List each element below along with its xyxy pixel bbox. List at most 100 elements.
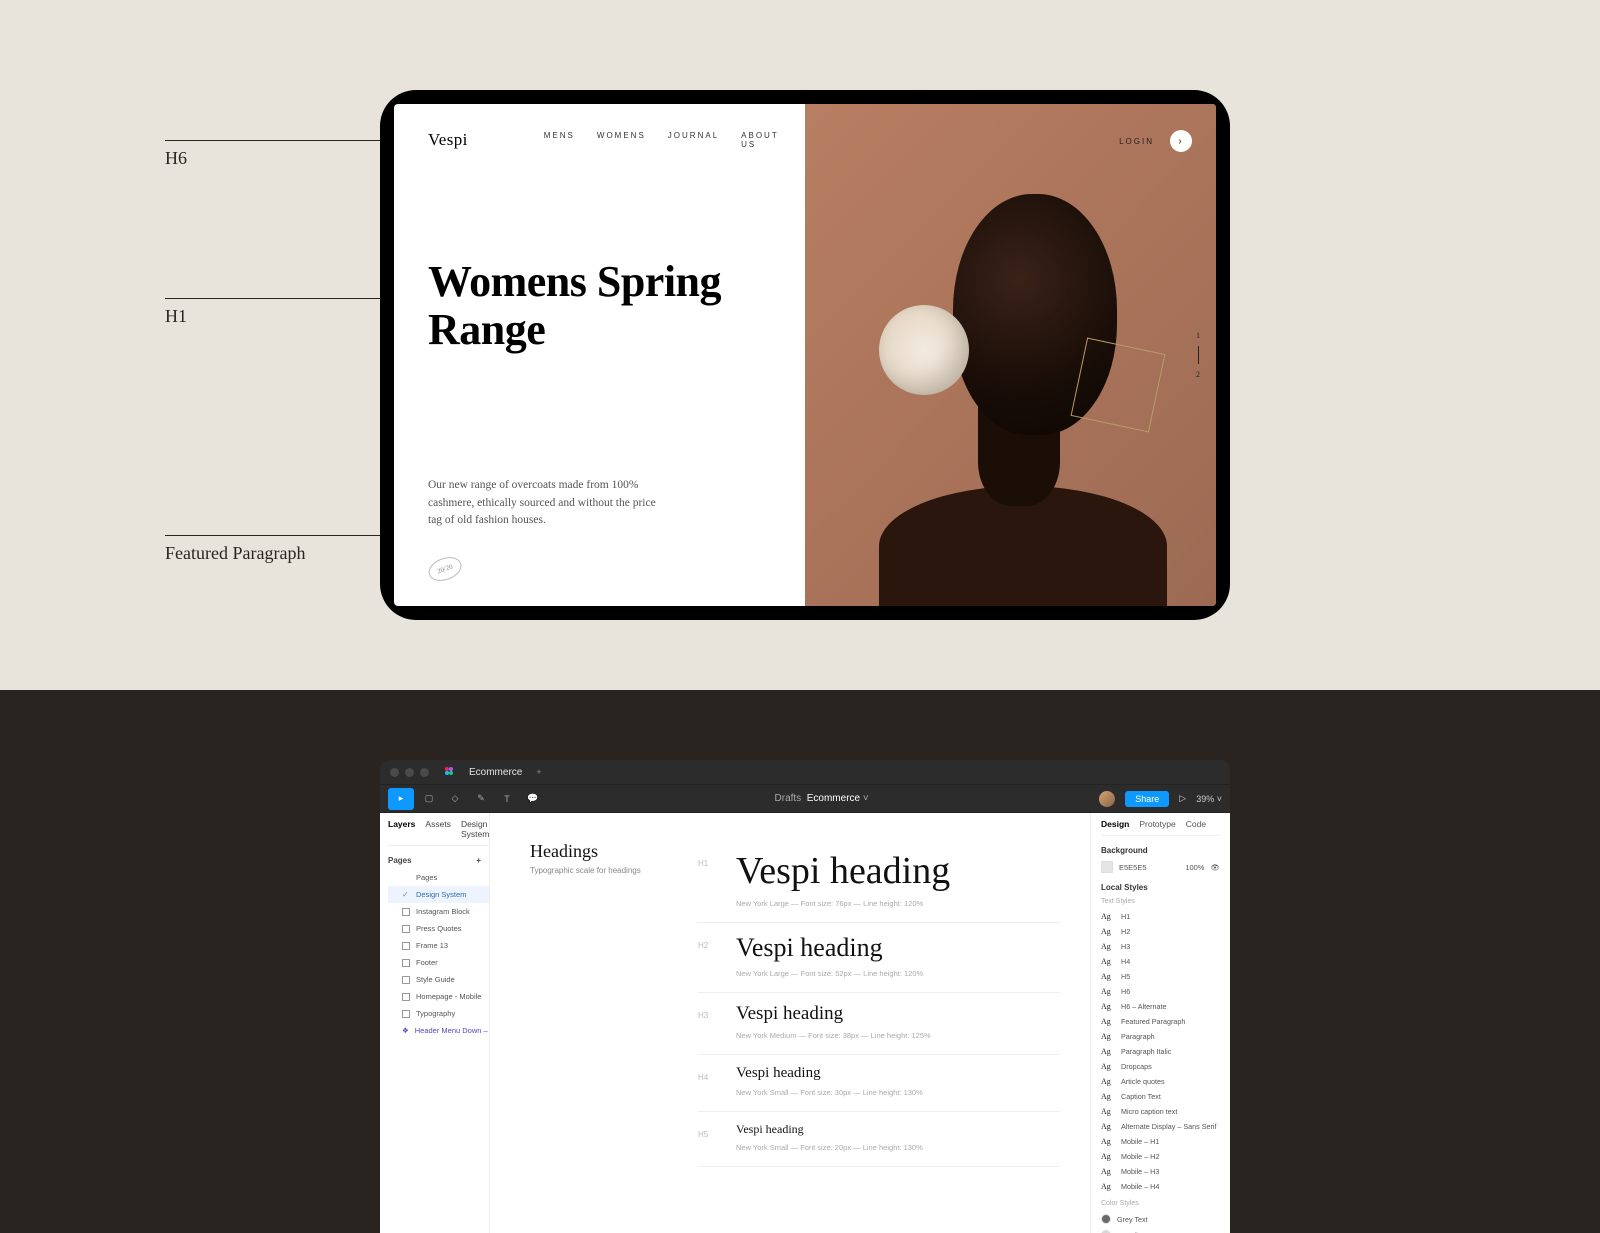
hero-showcase: H6 H1 Featured Paragraph Vespi MENS WOME…: [0, 0, 1600, 690]
type-spec-row[interactable]: H5 Vespi heading New York Small — Font s…: [698, 1112, 1060, 1167]
text-style-item[interactable]: AgAlternate Display – Sans Serif: [1101, 1119, 1220, 1134]
tab-prototype[interactable]: Prototype: [1139, 819, 1175, 829]
type-spec-row[interactable]: H2 Vespi heading New York Large — Font s…: [698, 923, 1060, 993]
bg-swatch[interactable]: [1101, 861, 1113, 873]
window-traffic-lights[interactable]: [390, 768, 429, 777]
tab-code[interactable]: Code: [1186, 819, 1206, 829]
pen-tool[interactable]: ✎: [470, 788, 492, 810]
layer-row[interactable]: Homepage - Mobile: [388, 988, 489, 1005]
text-style-item[interactable]: AgParagraph Italic: [1101, 1044, 1220, 1059]
bg-visibility-icon[interactable]: 👁: [1210, 863, 1220, 872]
type-sample: Vespi heading: [736, 1122, 1060, 1137]
slide-2[interactable]: 2: [1196, 370, 1200, 379]
figma-tabbar: Ecommerce +: [380, 760, 1230, 785]
slide-1[interactable]: 1: [1196, 331, 1200, 340]
layer-row[interactable]: Style Guide: [388, 971, 489, 988]
color-style-item[interactable]: Grey lines: [1101, 1227, 1220, 1233]
nav-mens[interactable]: MENS: [544, 131, 575, 149]
text-style-item[interactable]: AgFeatured Paragraph: [1101, 1014, 1220, 1029]
hero-featured-paragraph: Our new range of overcoats made from 100…: [428, 477, 658, 530]
site-nav: Vespi MENS WOMENS JOURNAL ABOUT US: [428, 130, 771, 150]
new-tab-button[interactable]: +: [536, 767, 541, 777]
text-style-item[interactable]: AgMobile – H1: [1101, 1134, 1220, 1149]
text-style-item[interactable]: AgH2: [1101, 924, 1220, 939]
hero-heading: Womens Spring Range: [428, 258, 771, 355]
text-style-item[interactable]: AgH6 – Alternate: [1101, 999, 1220, 1014]
tablet-screen: Vespi MENS WOMENS JOURNAL ABOUT US Women…: [394, 104, 1216, 606]
text-style-item[interactable]: AgH5: [1101, 969, 1220, 984]
type-tag: H2: [698, 933, 718, 978]
tab-assets[interactable]: Assets: [425, 819, 451, 839]
layer-row[interactable]: Typography: [388, 1005, 489, 1022]
text-style-item[interactable]: AgMicro caption text: [1101, 1104, 1220, 1119]
cart-button[interactable]: ›: [1170, 130, 1192, 152]
text-style-item[interactable]: AgMobile – H2: [1101, 1149, 1220, 1164]
layer-row[interactable]: ✓Design System: [388, 886, 489, 903]
figma-window: Ecommerce + ▸ ▢ ◇ ✎ T 💬 Drafts Ecommerce…: [380, 760, 1230, 1233]
nav-journal[interactable]: JOURNAL: [668, 131, 719, 149]
text-style-item[interactable]: AgMobile – H3: [1101, 1164, 1220, 1179]
text-style-item[interactable]: AgH3: [1101, 939, 1220, 954]
type-sample: Vespi heading: [736, 1003, 1060, 1025]
text-styles-label: Text Styles: [1101, 898, 1220, 905]
type-meta: New York Large — Font size: 76px — Line …: [736, 899, 1060, 908]
layer-row[interactable]: Frame 13: [388, 937, 489, 954]
text-style-item[interactable]: AgMobile – H4: [1101, 1179, 1220, 1194]
hero-left-column: Vespi MENS WOMENS JOURNAL ABOUT US Women…: [394, 104, 805, 606]
tab-design[interactable]: Design: [1101, 819, 1129, 829]
local-styles-label: Local Styles: [1101, 883, 1220, 892]
hero-image: LOGIN › 1 2: [805, 104, 1216, 606]
layer-row[interactable]: Press Quotes: [388, 920, 489, 937]
design-panel: Design Prototype Code Background E5E5E5 …: [1090, 813, 1230, 1233]
text-style-item[interactable]: AgDropcaps: [1101, 1059, 1220, 1074]
portrait-illustration: [805, 104, 1216, 606]
layer-row[interactable]: Footer: [388, 954, 489, 971]
shape-tool[interactable]: ◇: [444, 788, 466, 810]
text-style-item[interactable]: AgParagraph: [1101, 1029, 1220, 1044]
move-tool[interactable]: ▸: [388, 788, 414, 810]
flower-icon: [879, 305, 969, 395]
logo[interactable]: Vespi: [428, 130, 468, 150]
frame-tool[interactable]: ▢: [418, 788, 440, 810]
annotation-line: [165, 535, 395, 536]
tab-layers[interactable]: Layers: [388, 819, 415, 839]
figma-canvas[interactable]: Headings Typographic scale for headings …: [490, 813, 1090, 1233]
nav-about[interactable]: ABOUT US: [741, 131, 778, 149]
layer-row[interactable]: Pages: [388, 869, 489, 886]
tablet-mockup: Vespi MENS WOMENS JOURNAL ABOUT US Women…: [380, 90, 1230, 620]
layer-row[interactable]: ❖Header Menu Down – Desktop: [388, 1022, 489, 1039]
slide-indicator[interactable]: 1 2: [1196, 331, 1200, 379]
add-page-button[interactable]: +: [476, 856, 481, 865]
avatar[interactable]: [1099, 791, 1115, 807]
login-link[interactable]: LOGIN: [1119, 137, 1154, 146]
text-style-item[interactable]: AgH1: [1101, 909, 1220, 924]
text-style-item[interactable]: AgCaption Text: [1101, 1089, 1220, 1104]
text-tool[interactable]: T: [496, 788, 518, 810]
zoom-dropdown[interactable]: 39% ˅: [1196, 794, 1222, 804]
layer-row[interactable]: Instagram Block: [388, 903, 489, 920]
present-button[interactable]: ▷: [1179, 793, 1186, 804]
type-sample: Vespi heading: [736, 1065, 1060, 1082]
bg-hex[interactable]: E5E5E5: [1119, 863, 1147, 872]
tab-design-system[interactable]: Design System: [461, 819, 489, 839]
scroll-badge[interactable]: 20/20: [425, 553, 464, 585]
share-button[interactable]: Share: [1125, 791, 1169, 807]
type-meta: New York Large — Font size: 52px — Line …: [736, 969, 1060, 978]
text-style-item[interactable]: AgH6: [1101, 984, 1220, 999]
type-spec-row[interactable]: H3 Vespi heading New York Medium — Font …: [698, 993, 1060, 1055]
headings-subtitle: Typographic scale for headings: [530, 866, 650, 875]
type-spec-row[interactable]: H1 Vespi heading New York Large — Font s…: [698, 841, 1060, 923]
bg-opacity[interactable]: 100%: [1185, 863, 1204, 872]
pages-section: Pages: [388, 856, 412, 865]
type-sample: Vespi heading: [736, 851, 1060, 893]
figma-toolbar: ▸ ▢ ◇ ✎ T 💬 Drafts Ecommerce ˅ Share ▷ 3…: [380, 785, 1230, 813]
nav-womens[interactable]: WOMENS: [597, 131, 646, 149]
type-spec-row[interactable]: H4 Vespi heading New York Small — Font s…: [698, 1055, 1060, 1112]
breadcrumb[interactable]: Drafts Ecommerce ˅: [775, 793, 869, 804]
comment-tool[interactable]: 💬: [522, 788, 544, 810]
type-meta: New York Medium — Font size: 38px — Line…: [736, 1031, 1060, 1040]
text-style-item[interactable]: AgArticle quotes: [1101, 1074, 1220, 1089]
color-style-item[interactable]: Grey Text: [1101, 1211, 1220, 1227]
text-style-item[interactable]: AgH4: [1101, 954, 1220, 969]
file-tab[interactable]: Ecommerce: [469, 767, 522, 778]
